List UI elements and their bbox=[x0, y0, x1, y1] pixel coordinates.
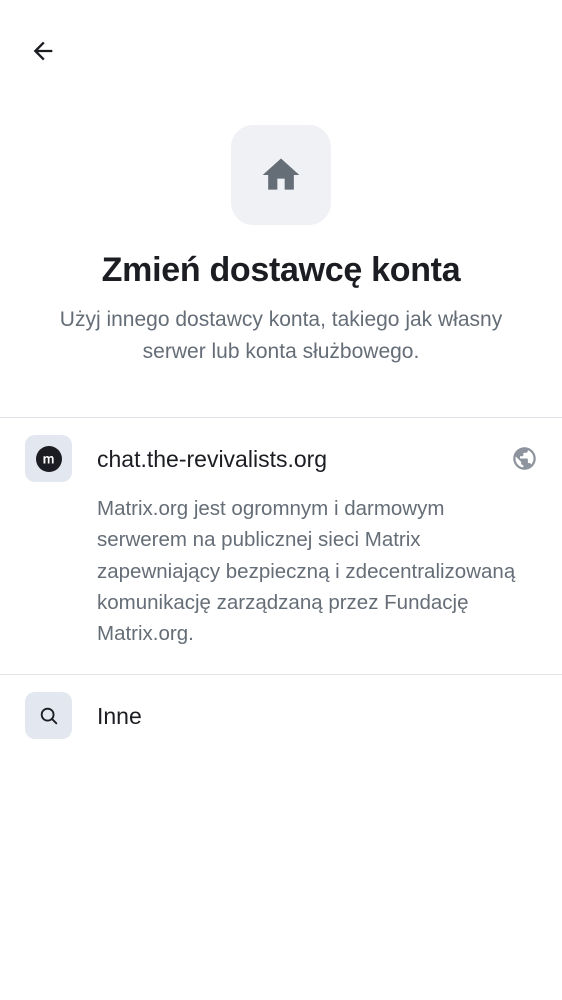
globe-icon bbox=[513, 447, 536, 470]
back-button[interactable] bbox=[20, 28, 66, 74]
home-icon bbox=[262, 158, 300, 190]
provider-description: Matrix.org jest ogromnym i darmowym serw… bbox=[97, 497, 516, 646]
page-subtitle: Użyj innego dostawcy konta, takiego jak … bbox=[59, 308, 503, 363]
arrow-left-icon bbox=[33, 41, 53, 61]
provider-name: chat.the-revivalists.org bbox=[97, 446, 328, 472]
matrix-logo-icon bbox=[35, 445, 62, 472]
provider-name: Inne bbox=[97, 703, 142, 729]
provider-item-other[interactable]: Inne bbox=[0, 675, 562, 759]
search-icon bbox=[40, 707, 57, 724]
provider-icon-container bbox=[25, 692, 72, 739]
provider-icon-container bbox=[25, 435, 72, 482]
provider-item-matrix[interactable]: chat.the-revivalists.org Matrix.org jest… bbox=[0, 418, 562, 674]
page-title: Zmień dostawcę konta bbox=[101, 251, 461, 289]
hero-icon-container bbox=[231, 125, 331, 225]
